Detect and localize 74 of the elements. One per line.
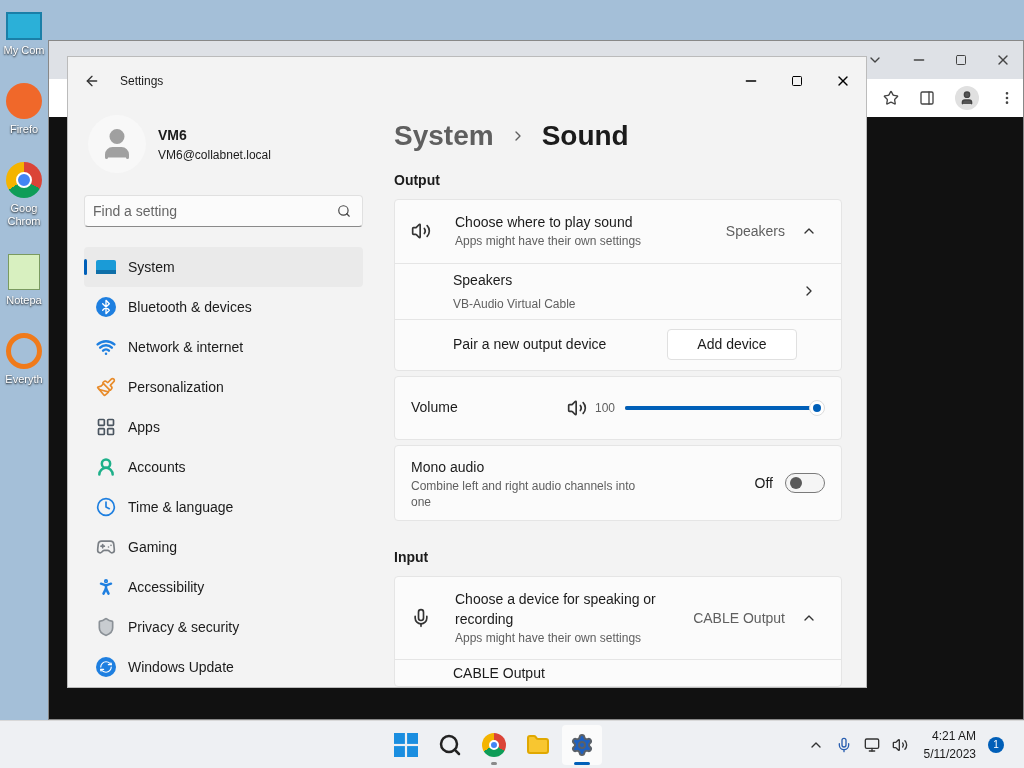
- chooser-title: Choose where to play sound: [455, 213, 634, 233]
- volume-label: Volume: [411, 398, 459, 418]
- settings-icon: [569, 732, 594, 757]
- mono-description: Combine left and right audio channels into one: [411, 477, 637, 510]
- chooser-value: Speakers: [725, 221, 785, 241]
- taskbar-button[interactable]: [561, 724, 602, 765]
- nav-item[interactable]: Windows Update: [84, 647, 363, 687]
- nav-item[interactable]: Apps: [84, 407, 363, 447]
- chrome-icon: [481, 732, 506, 757]
- refresh-icon: [96, 657, 116, 677]
- chrome-icon: [6, 162, 42, 198]
- star-icon[interactable]: [883, 90, 899, 106]
- bluetooth-icon: [96, 297, 116, 317]
- back-icon[interactable]: [84, 73, 100, 89]
- mono-toggle[interactable]: [785, 473, 825, 494]
- network-icon[interactable]: [863, 736, 880, 753]
- chooser-value: CABLE Output: [693, 608, 785, 628]
- notification-badge[interactable]: 1: [988, 736, 1004, 753]
- chooser-subtitle: Apps might have their own settings: [455, 630, 643, 647]
- clock-date: 5/11/2023: [923, 745, 976, 763]
- nav-item[interactable]: Personalization: [84, 367, 363, 407]
- toggle-state: Off: [754, 473, 773, 493]
- volume-reading: 100: [595, 399, 617, 417]
- nav-item[interactable]: Network & internet: [84, 327, 363, 367]
- speaker-icon[interactable]: [567, 397, 587, 418]
- section-heading: Output: [394, 170, 441, 190]
- monitor-icon: [6, 12, 42, 40]
- add-device-button[interactable]: Add device: [667, 329, 797, 361]
- maximize-icon[interactable]: [955, 54, 967, 66]
- search-icon: [337, 204, 351, 218]
- side-panel-icon[interactable]: [919, 90, 935, 106]
- clock-time: 4:21 AM: [931, 727, 976, 745]
- folder-icon: [525, 732, 550, 757]
- device-chooser[interactable]: Choose a device for speaking or recording Apps might have their own settings CABLE Output: [395, 577, 841, 660]
- maximize-icon[interactable]: [791, 75, 803, 87]
- paintbrush-icon: [96, 377, 116, 397]
- volume-slider[interactable]: [625, 399, 825, 416]
- nav-item[interactable]: Gaming: [84, 527, 363, 567]
- mono-title: Mono audio: [411, 457, 486, 477]
- shield-icon: [96, 617, 116, 637]
- nav-item[interactable]: Time & language: [84, 487, 363, 527]
- speaker-icon: [411, 221, 431, 242]
- section-heading: Input: [394, 548, 430, 567]
- volume-thumb[interactable]: [809, 399, 825, 416]
- gamepad-icon: [96, 537, 116, 557]
- monitor-icon: [96, 259, 116, 275]
- nav-item[interactable]: System: [84, 247, 363, 287]
- pair-label: Pair a new output device: [453, 335, 608, 355]
- user-name: VM6: [158, 125, 188, 145]
- chooser-title: Choose a device for speaking or recording: [455, 590, 657, 629]
- speaker-icon[interactable]: [891, 736, 908, 753]
- device-name: CABLE Output: [453, 663, 545, 683]
- nav-item[interactable]: Accessibility: [84, 567, 363, 607]
- breadcrumb-parent[interactable]: System: [394, 115, 494, 158]
- apps-icon: [96, 417, 116, 437]
- start-icon: [393, 732, 418, 757]
- device-chooser[interactable]: Choose where to play sound Apps might have their own settings Speakers: [395, 199, 841, 264]
- wifi-icon: [96, 337, 116, 357]
- nav-item[interactable]: Accounts: [84, 447, 363, 487]
- person-icon: [96, 457, 116, 477]
- clock-icon: [96, 497, 116, 517]
- search-icon: [437, 732, 462, 757]
- page-title: Sound: [541, 119, 629, 154]
- user-email: VM6@collabnet.local: [158, 146, 271, 164]
- window-title: Settings: [120, 73, 164, 90]
- nav-item[interactable]: Privacy & security: [84, 607, 363, 647]
- microphone-icon: [411, 608, 431, 628]
- profile-icon[interactable]: [955, 86, 979, 110]
- device-name: Speakers: [453, 270, 514, 290]
- nav-item[interactable]: Bluetooth & devices: [84, 287, 363, 327]
- device-detail: VB-Audio Virtual Cable: [453, 295, 577, 313]
- device-row[interactable]: Speakers VB-Audio Virtual Cable: [395, 263, 841, 320]
- chooser-subtitle: Apps might have their own settings: [455, 233, 643, 251]
- search-field[interactable]: Find a setting: [84, 195, 363, 227]
